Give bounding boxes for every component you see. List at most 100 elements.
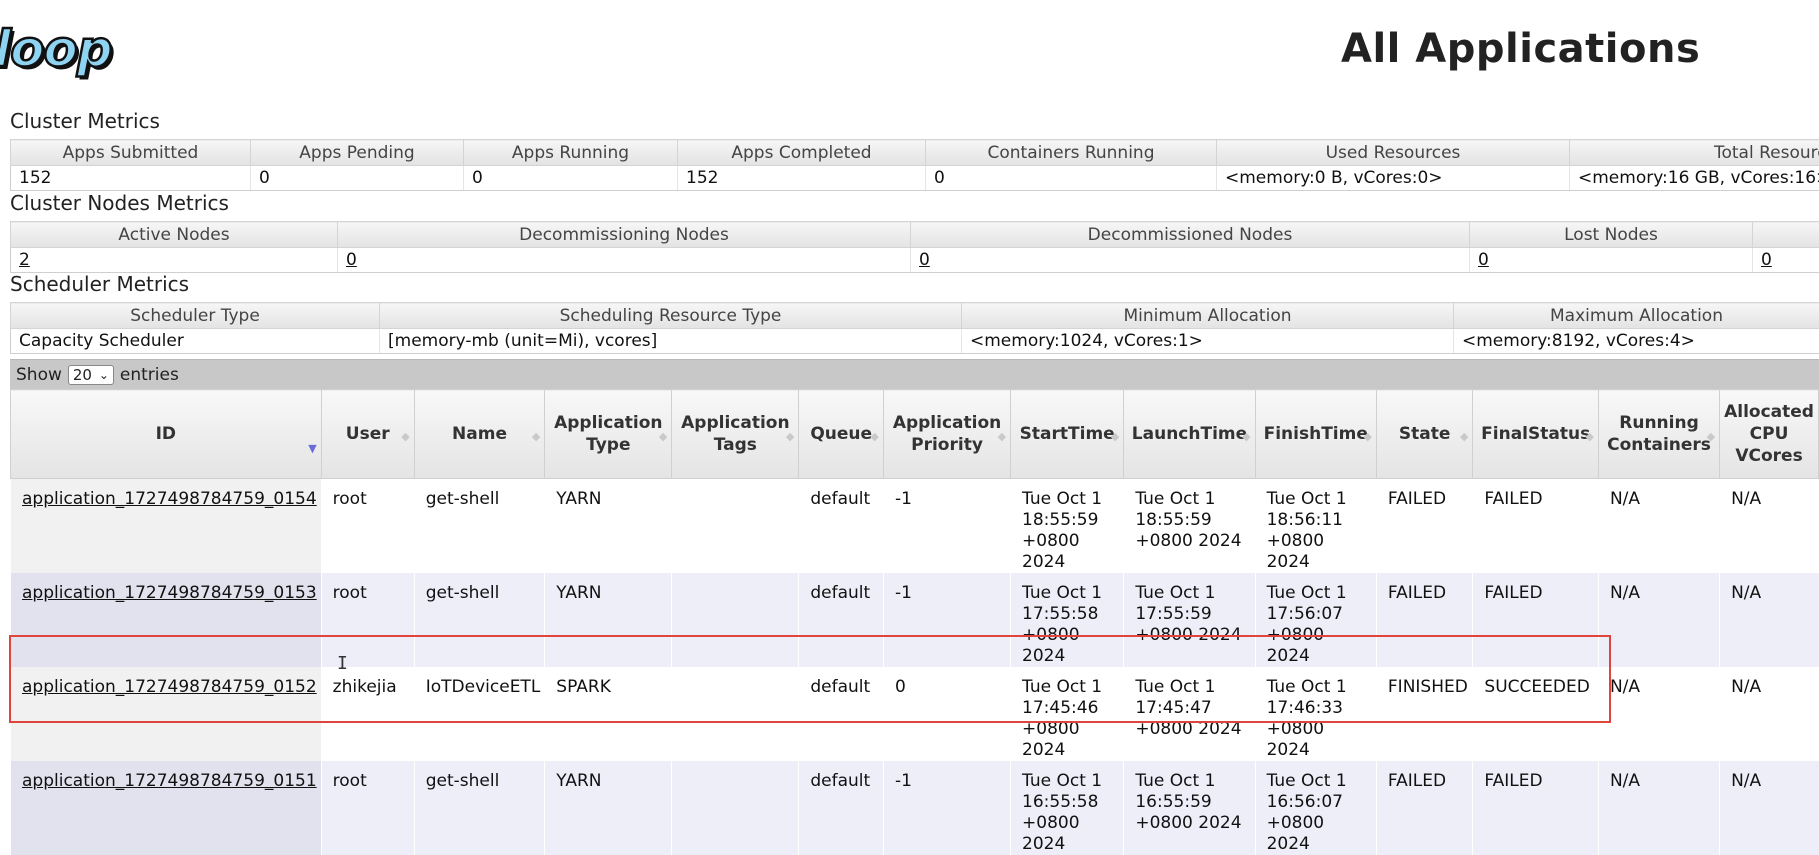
- header-unhealthy-nodes: [1753, 222, 1819, 248]
- launchtime-cell: Tue Oct 1 17:45:47 +0800 2024: [1124, 667, 1255, 761]
- state-cell: FAILED: [1376, 573, 1473, 667]
- chevron-down-icon: ⌄: [99, 368, 109, 382]
- app-id-cell: application_1727498784759_0154: [11, 479, 322, 574]
- column-header-finishtime[interactable]: FinishTime◆: [1255, 390, 1376, 479]
- queue-cell: default: [799, 667, 884, 761]
- header-apps-completed: Apps Completed: [678, 140, 926, 166]
- page-title: All Applications: [1341, 26, 1700, 72]
- launchtime-cell: Tue Oct 1 18:55:59 +0800 2024: [1124, 479, 1255, 574]
- state-cell: FAILED: [1376, 479, 1473, 574]
- user-cell: root: [321, 761, 414, 855]
- column-header-running-containers[interactable]: Running Containers◆: [1598, 390, 1719, 479]
- value-used-resources: <memory:0 B, vCores:0>: [1217, 166, 1570, 191]
- active-nodes-link[interactable]: 2: [11, 248, 338, 273]
- column-header-running-containers-label: Running Containers: [1607, 413, 1711, 455]
- table-row: application_1727498784759_0151 root get-…: [11, 761, 1819, 855]
- column-header-application-tags[interactable]: Application Tags◆: [672, 390, 799, 479]
- state-cell: FAILED: [1376, 761, 1473, 855]
- column-header-launchtime[interactable]: LaunchTime◆: [1124, 390, 1255, 479]
- sort-icon: ◆: [871, 426, 879, 448]
- queue-cell: default: [799, 573, 884, 667]
- app-id-cell: application_1727498784759_0152: [11, 667, 322, 761]
- sort-icon: ◆: [532, 426, 540, 448]
- type-cell: SPARK: [545, 667, 672, 761]
- entries-select[interactable]: 20 ⌄: [68, 365, 114, 385]
- sort-icon: ◆: [659, 426, 667, 448]
- hadoop-logo[interactable]: loop: [0, 24, 112, 74]
- header-scheduler-type: Scheduler Type: [11, 303, 380, 329]
- app-id-link[interactable]: application_1727498784759_0153: [22, 583, 317, 603]
- decommissioning-nodes-link[interactable]: 0: [338, 248, 911, 273]
- header-used-resources: Used Resources: [1217, 140, 1570, 166]
- running-containers-cell: N/A: [1598, 479, 1719, 574]
- value-apps-pending: 0: [251, 166, 464, 191]
- sort-icon: ◆: [1460, 426, 1468, 448]
- column-header-name[interactable]: Name◆: [414, 390, 545, 479]
- table-row-highlighted: application_1727498784759_0152 zhikejia …: [11, 667, 1819, 761]
- sort-icon: ◆: [998, 426, 1006, 448]
- queue-cell: default: [799, 479, 884, 574]
- cluster-metrics-table: Apps Submitted Apps Pending Apps Running…: [10, 139, 1819, 191]
- finishtime-cell: Tue Oct 1 16:56:07 +0800 2024: [1255, 761, 1376, 855]
- column-header-state[interactable]: State ◆: [1376, 390, 1473, 479]
- value-minimum-allocation: <memory:1024, vCores:1>: [962, 329, 1454, 354]
- column-header-application-type[interactable]: Application Type◆: [545, 390, 672, 479]
- sort-icon: ◆: [1242, 426, 1250, 448]
- lost-nodes-link[interactable]: 0: [1470, 248, 1753, 273]
- starttime-cell: Tue Oct 1 18:55:59 +0800 2024: [1011, 479, 1124, 574]
- value-scheduling-resource-type: [memory-mb (unit=Mi), vcores]: [380, 329, 962, 354]
- app-id-cell: application_1727498784759_0153: [11, 573, 322, 667]
- header-active-nodes: Active Nodes: [11, 222, 338, 248]
- running-containers-cell: N/A: [1598, 573, 1719, 667]
- column-header-user[interactable]: User◆: [321, 390, 414, 479]
- table-length-toolbar: Show 20 ⌄ entries: [10, 359, 1819, 389]
- unhealthy-nodes-link[interactable]: 0: [1753, 248, 1819, 273]
- tags-cell: [672, 573, 799, 667]
- state-cell: FINISHED: [1376, 667, 1473, 761]
- value-apps-completed: 152: [678, 166, 926, 191]
- type-cell: YARN: [545, 573, 672, 667]
- column-header-user-label: User: [346, 424, 390, 444]
- entries-label: entries: [120, 365, 179, 385]
- tags-cell: [672, 761, 799, 855]
- header-containers-running: Containers Running: [926, 140, 1217, 166]
- queue-cell: default: [799, 761, 884, 855]
- finishtime-cell: Tue Oct 1 17:46:33 +0800 2024: [1255, 667, 1376, 761]
- finalstatus-cell: FAILED: [1473, 479, 1599, 574]
- column-header-starttime[interactable]: StartTime◆: [1011, 390, 1124, 479]
- cluster-nodes-metrics-title: Cluster Nodes Metrics: [10, 191, 229, 215]
- column-header-finishtime-label: FinishTime: [1264, 424, 1368, 444]
- header-maximum-allocation: Maximum Allocation: [1454, 303, 1819, 329]
- type-cell: YARN: [545, 479, 672, 574]
- header-total-resources: Total Resources: [1570, 140, 1819, 166]
- column-header-queue-label: Queue: [810, 424, 872, 444]
- column-header-id[interactable]: ID▼: [11, 390, 322, 479]
- column-header-queue[interactable]: Queue◆: [799, 390, 884, 479]
- finalstatus-cell: FAILED: [1473, 761, 1599, 855]
- finalstatus-cell: SUCCEEDED: [1473, 667, 1599, 761]
- sort-icon: ◆: [1586, 426, 1594, 448]
- user-cell: root: [321, 479, 414, 574]
- sort-desc-icon: ▼: [308, 438, 316, 460]
- column-header-application-priority[interactable]: Application Priority◆: [884, 390, 1011, 479]
- type-cell: YARN: [545, 761, 672, 855]
- app-id-cell: application_1727498784759_0151: [11, 761, 322, 855]
- scheduler-metrics-table: Scheduler Type Scheduling Resource Type …: [10, 302, 1819, 354]
- finishtime-cell: Tue Oct 1 17:56:07 +0800 2024: [1255, 573, 1376, 667]
- tags-cell: [672, 479, 799, 574]
- column-header-launchtime-label: LaunchTime: [1132, 424, 1247, 444]
- column-header-finalstatus[interactable]: FinalStatus◆: [1473, 390, 1599, 479]
- column-header-allocated-cpu-vcores[interactable]: Allocated CPU VCores: [1720, 390, 1819, 479]
- header-apps-running: Apps Running: [464, 140, 678, 166]
- allocated-vcores-cell: N/A: [1720, 573, 1819, 667]
- table-row: application_1727498784759_0153 root get-…: [11, 573, 1819, 667]
- show-label: Show: [16, 365, 62, 385]
- column-header-state-label: State: [1399, 424, 1451, 444]
- decommissioned-nodes-link[interactable]: 0: [911, 248, 1470, 273]
- app-id-link[interactable]: application_1727498784759_0152: [22, 677, 317, 697]
- column-header-finalstatus-label: FinalStatus: [1481, 424, 1590, 444]
- app-id-link[interactable]: application_1727498784759_0151: [22, 771, 317, 791]
- entries-select-value: 20: [73, 366, 92, 384]
- app-id-link[interactable]: application_1727498784759_0154: [22, 489, 317, 509]
- column-header-application-priority-label: Application Priority: [893, 413, 1001, 455]
